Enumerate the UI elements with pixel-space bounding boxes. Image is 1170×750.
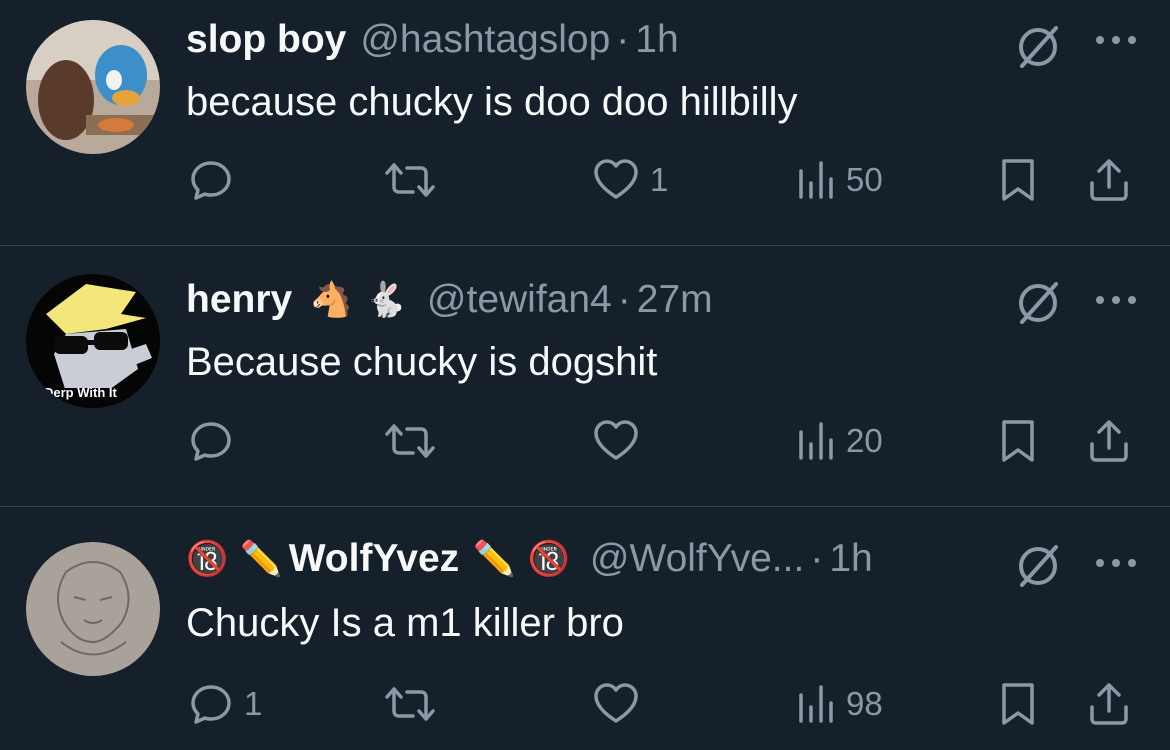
views-button[interactable]: 20 — [796, 416, 883, 466]
timestamp[interactable]: 1h — [829, 537, 872, 581]
reply-feed: slop boy @hashtagslop · 1h because chuck… — [0, 0, 1170, 750]
more-icon[interactable] — [1092, 290, 1140, 310]
reply-button[interactable] — [188, 416, 244, 466]
view-count: 50 — [846, 161, 883, 198]
reply-icon — [191, 422, 231, 461]
tweet-text: Because chucky is dogshit — [186, 340, 658, 384]
repost-icon — [385, 687, 435, 721]
grok-icon[interactable] — [1014, 541, 1064, 591]
action-bar: 1 50 — [0, 155, 1170, 205]
share-button[interactable] — [1086, 155, 1132, 205]
view-count: 20 — [846, 422, 883, 459]
separator-dot: · — [616, 18, 630, 61]
horse-emoji: 🐴 — [310, 281, 353, 319]
separator-dot: · — [617, 278, 631, 321]
repost-button[interactable] — [384, 416, 446, 466]
tweet[interactable]: 🔞 ✏️ WolfYvez ✏️ 🔞 @WolfYve... · 1h Chuc… — [0, 507, 1170, 750]
repost-icon — [385, 163, 435, 197]
repost-icon — [385, 424, 435, 458]
reply-button[interactable]: 1 — [188, 679, 262, 729]
bookmark-button[interactable] — [998, 679, 1038, 729]
action-bar: 1 98 — [0, 679, 1170, 729]
avatar[interactable]: Derp With It — [26, 274, 160, 408]
display-name[interactable]: slop boy — [186, 18, 346, 62]
tweet-header: slop boy @hashtagslop · 1h — [186, 18, 679, 62]
user-handle[interactable]: @tewifan4 — [427, 278, 612, 322]
no-under-18-emoji: 🔞 — [186, 540, 229, 578]
bookmark-icon — [1002, 159, 1034, 201]
action-bar: 20 — [0, 416, 1170, 466]
bookmark-button[interactable] — [998, 155, 1038, 205]
timestamp[interactable]: 27m — [637, 278, 713, 322]
rabbit-emoji: 🐇 — [364, 281, 407, 319]
tweet-text: because chucky is doo doo hillbilly — [186, 80, 798, 124]
views-icon — [799, 685, 833, 723]
bookmark-icon — [1002, 683, 1034, 725]
timestamp[interactable]: 1h — [635, 18, 678, 62]
grok-icon[interactable] — [1014, 278, 1064, 328]
share-icon — [1090, 683, 1128, 725]
like-icon — [594, 683, 638, 723]
display-name[interactable]: henry — [186, 278, 292, 322]
reply-count: 1 — [244, 685, 263, 722]
user-handle[interactable]: @hashtagslop — [360, 18, 610, 62]
more-icon[interactable] — [1092, 553, 1140, 573]
tweet-text: Chucky Is a m1 killer bro — [186, 601, 624, 645]
like-icon — [594, 420, 638, 460]
display-name[interactable]: WolfYvez — [289, 537, 460, 581]
like-button[interactable] — [592, 679, 650, 729]
like-icon — [594, 159, 638, 199]
share-icon — [1090, 420, 1128, 462]
views-button[interactable]: 50 — [796, 155, 883, 205]
share-button[interactable] — [1086, 679, 1132, 729]
views-icon — [799, 161, 833, 199]
tweet-header: henry 🐴 🐇 @tewifan4 · 27m — [186, 278, 713, 322]
bookmark-icon — [1002, 420, 1034, 462]
pencil-emoji: ✏️ — [240, 540, 283, 578]
share-icon — [1090, 159, 1128, 201]
avatar[interactable] — [26, 542, 160, 676]
more-icon[interactable] — [1092, 30, 1140, 50]
reply-icon — [191, 685, 231, 724]
repost-button[interactable] — [384, 155, 446, 205]
reply-button[interactable] — [188, 155, 244, 205]
bookmark-button[interactable] — [998, 416, 1038, 466]
tweet[interactable]: slop boy @hashtagslop · 1h because chuck… — [0, 0, 1170, 245]
tweet[interactable]: Derp With It henry 🐴 🐇 @tewifan4 · 27m B… — [0, 246, 1170, 506]
avatar[interactable] — [26, 20, 160, 154]
avatar-caption: Derp With It — [44, 385, 117, 400]
user-handle[interactable]: @WolfYve... — [590, 537, 804, 581]
view-count: 98 — [846, 685, 883, 722]
no-under-18-emoji: 🔞 — [527, 540, 570, 578]
share-button[interactable] — [1086, 416, 1132, 466]
grok-icon[interactable] — [1014, 22, 1064, 72]
pencil-emoji: ✏️ — [473, 540, 516, 578]
reply-icon — [191, 161, 231, 200]
like-count: 1 — [650, 161, 669, 198]
views-button[interactable]: 98 — [796, 679, 883, 729]
like-button[interactable]: 1 — [592, 155, 668, 205]
tweet-header: 🔞 ✏️ WolfYvez ✏️ 🔞 @WolfYve... · 1h — [186, 537, 873, 581]
repost-button[interactable] — [384, 679, 446, 729]
like-button[interactable] — [592, 416, 650, 466]
views-icon — [799, 422, 833, 460]
separator-dot: · — [810, 537, 824, 580]
